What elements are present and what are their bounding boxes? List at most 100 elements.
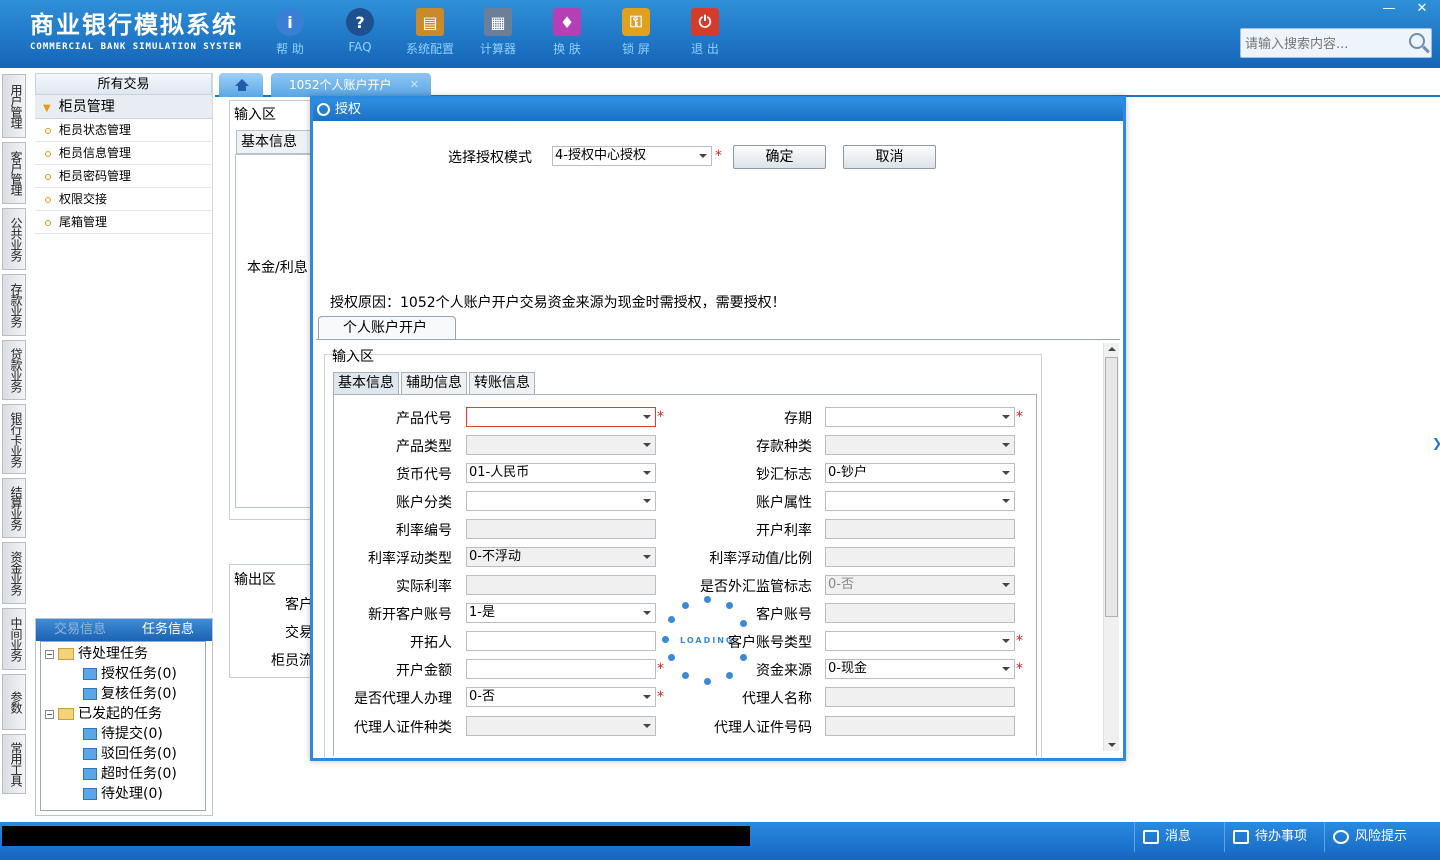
- nav-customer-management[interactable]: 客户管理: [2, 142, 26, 204]
- tab-basic-info[interactable]: 基本信息: [333, 372, 399, 394]
- deposit-kind-select[interactable]: [825, 435, 1015, 455]
- collapse-icon[interactable]: −: [45, 709, 54, 719]
- agent-id-number-field[interactable]: [825, 716, 1015, 736]
- tree-node-rejected[interactable]: 驳回任务(0): [45, 744, 205, 764]
- required-marker: *: [657, 409, 664, 425]
- dialog-title-bar[interactable]: 授权: [313, 99, 1123, 121]
- collapse-icon[interactable]: −: [45, 649, 54, 659]
- nav-public-business[interactable]: 公共业务: [2, 208, 26, 270]
- nav-common-tools[interactable]: 常用工具: [2, 734, 26, 794]
- lock-button[interactable]: ⚿ 锁 屏: [606, 8, 666, 57]
- menu-item-permission-handover[interactable]: 权限交接: [35, 188, 212, 211]
- nav-intermediate-business[interactable]: 中间业务: [2, 608, 26, 670]
- tree-node-review-tasks[interactable]: 复核任务(0): [45, 684, 205, 704]
- help-button[interactable]: i 帮 助: [260, 8, 320, 57]
- faq-button[interactable]: ? FAQ: [330, 8, 390, 54]
- nav-settlement-business[interactable]: 结算业务: [2, 478, 26, 538]
- search-input[interactable]: [1245, 34, 1405, 54]
- account-attribute-select[interactable]: [825, 491, 1015, 511]
- confirm-button[interactable]: 确定: [733, 145, 826, 169]
- developer-field[interactable]: [466, 631, 656, 651]
- rate-number-field[interactable]: [466, 519, 656, 539]
- tree-node-initiated[interactable]: − 已发起的任务: [45, 704, 205, 724]
- account-category-select[interactable]: [466, 491, 656, 511]
- tree-node-to-submit[interactable]: 待提交(0): [45, 724, 205, 744]
- required-marker: *: [1016, 409, 1023, 425]
- left-vertical-nav: 用户管理 客户管理 公共业务 存款业务 贷款业务 银行卡业务 结算业务 资金业务…: [2, 74, 28, 798]
- close-tab-icon[interactable]: ✕: [410, 73, 419, 97]
- fund-source-select[interactable]: 0-现金: [825, 659, 1015, 679]
- tab-transaction-info[interactable]: 交易信息: [36, 619, 124, 641]
- scroll-thumb[interactable]: [1105, 357, 1118, 617]
- scroll-down-icon[interactable]: [1108, 743, 1116, 747]
- menu-item-teller-info[interactable]: 柜员信息管理: [35, 142, 212, 165]
- minimize-button[interactable]: —: [1372, 0, 1406, 18]
- tab-personal-account[interactable]: 个人账户开户: [318, 316, 456, 340]
- tab-transfer-info[interactable]: 转账信息: [469, 372, 535, 394]
- loading-spinner: LOADING: [662, 596, 752, 686]
- cancel-button[interactable]: 取消: [843, 145, 936, 169]
- spinner-dot: [726, 602, 733, 609]
- form-scrollbar[interactable]: [1103, 343, 1119, 751]
- product-code-select[interactable]: [466, 407, 656, 427]
- config-button[interactable]: ▤ 系统配置: [400, 8, 460, 57]
- customer-account-type-select[interactable]: [825, 631, 1015, 651]
- field-label: 代理人证件种类: [354, 720, 452, 736]
- tree-node-timeout[interactable]: 超时任务(0): [45, 764, 205, 784]
- search-icon[interactable]: [1409, 33, 1425, 49]
- agent-name-field[interactable]: [825, 687, 1015, 707]
- field-label: 账户属性: [756, 495, 812, 511]
- menu-group-teller-management[interactable]: ▼ 柜员管理: [35, 95, 212, 119]
- messages-button[interactable]: 消息: [1134, 822, 1224, 852]
- float-value-field[interactable]: [825, 547, 1015, 567]
- cash-flag-select[interactable]: 0-钞户: [825, 463, 1015, 483]
- field-label: 存期: [784, 411, 812, 427]
- nav-parameters[interactable]: 参数: [2, 674, 26, 730]
- field-value: 1-是: [469, 605, 495, 620]
- menu-item-teller-status[interactable]: 柜员状态管理: [35, 119, 212, 142]
- open-amount-field[interactable]: [466, 659, 656, 679]
- fx-supervision-select[interactable]: 0-否: [825, 575, 1015, 595]
- float-type-select[interactable]: 0-不浮动: [466, 547, 656, 567]
- product-type-select[interactable]: [466, 435, 656, 455]
- nav-fund-business[interactable]: 资金业务: [2, 542, 26, 604]
- background-out-label: 客户: [285, 597, 313, 613]
- calculator-button[interactable]: ▦ 计算器: [468, 8, 528, 57]
- agent-handling-select[interactable]: 0-否: [466, 687, 656, 707]
- chevron-right-icon[interactable]: ❯: [1432, 436, 1440, 450]
- close-window-button[interactable]: ✕: [1405, 0, 1439, 18]
- new-customer-account-select[interactable]: 1-是: [466, 603, 656, 623]
- menu-item-teller-password[interactable]: 柜员密码管理: [35, 165, 212, 188]
- todo-button[interactable]: 待办事项: [1224, 822, 1324, 852]
- nav-loan-business[interactable]: 贷款业务: [2, 340, 26, 400]
- agent-id-type-select[interactable]: [466, 716, 656, 736]
- side-menu-header[interactable]: 所有交易: [35, 73, 212, 95]
- auth-mode-select[interactable]: 4-授权中心授权: [552, 146, 712, 166]
- tree-node-pending[interactable]: − 待处理任务: [45, 644, 205, 664]
- nav-user-management[interactable]: 用户管理: [2, 74, 26, 138]
- chevron-down-icon: [639, 464, 655, 482]
- scroll-up-icon[interactable]: [1108, 347, 1116, 351]
- skin-button[interactable]: ♦ 换 肤: [537, 8, 597, 57]
- home-tab[interactable]: [219, 73, 263, 97]
- open-rate-field[interactable]: [825, 519, 1015, 539]
- tree-node-to-process[interactable]: 待处理(0): [45, 784, 205, 804]
- background-basic-tab[interactable]: 基本信息: [236, 130, 312, 154]
- tree-node-auth-tasks[interactable]: 授权任务(0): [45, 664, 205, 684]
- menu-item-label: 柜员密码管理: [59, 169, 132, 183]
- tab-task-info[interactable]: 任务信息: [124, 619, 212, 641]
- actual-rate-field[interactable]: [466, 575, 656, 595]
- customer-account-field[interactable]: [825, 603, 1015, 623]
- tab-auxiliary-info[interactable]: 辅助信息: [401, 372, 467, 394]
- chevron-down-icon: [998, 632, 1014, 650]
- tab-account-opening[interactable]: 1052个人账户开户 ✕: [271, 73, 431, 97]
- currency-select[interactable]: 01-人民币: [466, 463, 656, 483]
- spinner-dot: [682, 602, 689, 609]
- nav-deposit-business[interactable]: 存款业务: [2, 274, 26, 336]
- risk-alert-button[interactable]: 风险提示: [1324, 822, 1440, 852]
- search-box: [1240, 28, 1432, 58]
- term-select[interactable]: [825, 407, 1015, 427]
- nav-bankcard-business[interactable]: 银行卡业务: [2, 404, 26, 474]
- menu-item-tail-box[interactable]: 尾箱管理: [35, 211, 212, 234]
- exit-button[interactable]: ⏻ 退 出: [675, 8, 735, 57]
